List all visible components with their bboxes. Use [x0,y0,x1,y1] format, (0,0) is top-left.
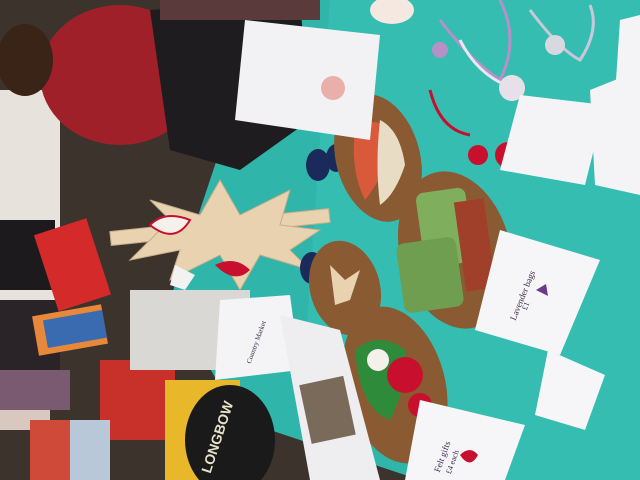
silver-bead [545,35,565,55]
tunnocks-box [100,360,175,440]
water-bottles [70,420,110,480]
display-card-top [235,20,380,140]
shopper-arm [160,0,320,20]
red-bead [468,145,488,165]
lavender-bag [396,237,464,313]
market-stall-photo: Lavender bags £1 Felt gifts £4 each Coun… [0,0,640,480]
pink-pendant [321,76,345,100]
photo-illustration [0,0,640,480]
white-felt-gift [367,349,389,371]
person-purple [0,370,70,410]
purple-bead [432,42,448,58]
red-felt-heart [387,357,423,393]
